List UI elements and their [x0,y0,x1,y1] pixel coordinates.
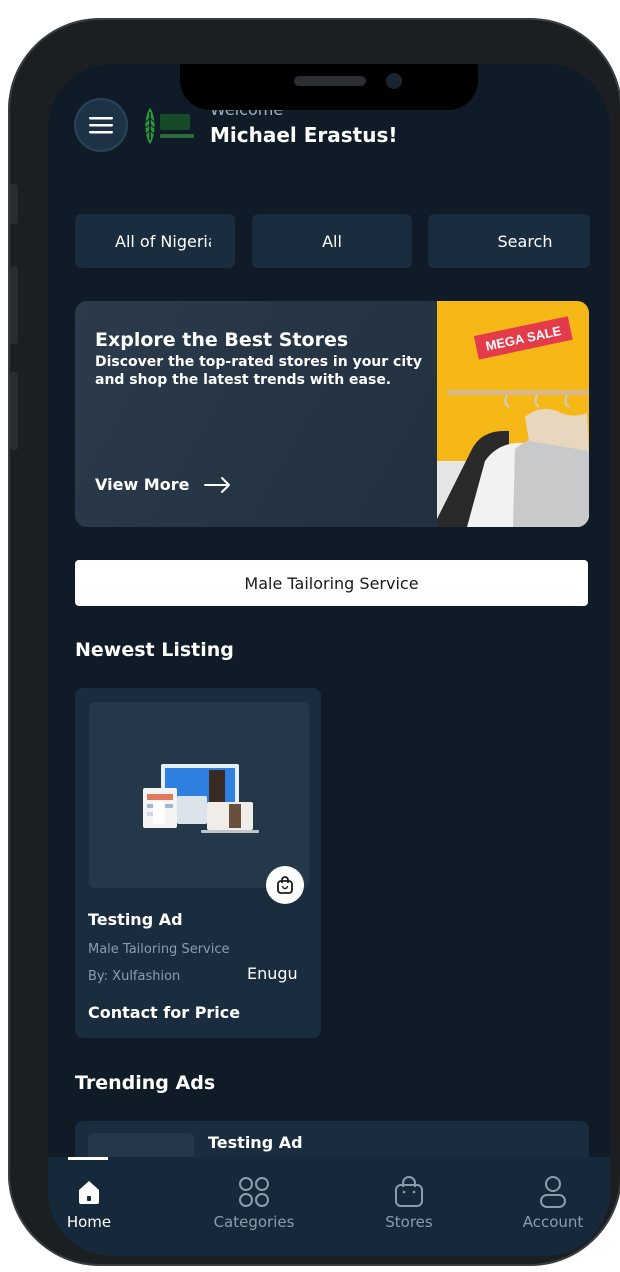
promo-banner[interactable]: MEGA SALE Explore the Best Stores Discov… [75,301,589,527]
listing-title: Testing Ad [88,910,183,929]
active-tab-indicator [68,1157,108,1160]
user-name: Michael Erastus! [210,123,398,147]
category-filter[interactable]: All [252,214,412,268]
listing-location: Enugu [247,964,298,983]
listing-image [89,702,309,888]
brand-logo-icon [145,108,194,144]
store-bag-icon [395,1176,423,1207]
view-more-link[interactable]: View More [95,475,233,494]
menu-button[interactable] [76,100,126,150]
location-filter[interactable]: All of Nigeria [75,214,235,268]
phone-side-button [10,372,18,450]
category-selector[interactable]: Male Tailoring Service [75,560,588,606]
nav-stores-label: Stores [385,1213,433,1231]
nav-categories[interactable]: Categories [199,1175,309,1231]
category-filter-label: All [322,231,342,251]
devices-mockup-image [143,764,259,833]
listing-card[interactable]: Testing Ad Male Tailoring Service By: Xu… [75,688,321,1038]
phone-frame: Welcome Michael Erastus! All of Nigeria … [8,18,620,1266]
home-icon [79,1181,99,1204]
search-button[interactable]: Search [428,214,590,268]
location-filter-label: All of Nigeria [115,231,211,251]
app-screen: Welcome Michael Erastus! All of Nigeria … [48,64,610,1256]
shopping-bag-icon [277,876,293,894]
phone-side-button [10,184,18,224]
phone-notch [180,64,478,110]
hamburger-icon [89,117,113,134]
category-selector-label: Male Tailoring Service [244,573,419,593]
trending-ads-heading: Trending Ads [75,1072,216,1094]
listing-price: Contact for Price [88,1003,241,1022]
nav-account[interactable]: Account [498,1175,608,1231]
nav-home[interactable]: Home [48,1175,144,1231]
add-to-bag-button[interactable] [266,866,304,904]
arrow-right-icon [204,476,231,493]
categories-grid-icon [239,1177,269,1207]
bottom-navigation: Home Categories Stores Account [48,1157,610,1256]
banner-title: Explore the Best Stores [95,329,349,351]
search-button-label: Search [497,231,553,251]
listing-category: Male Tailoring Service [88,942,230,957]
nav-stores[interactable]: Stores [354,1175,464,1231]
nav-home-label: Home [66,1213,112,1231]
speaker-grille [294,76,366,86]
newest-listing-heading: Newest Listing [75,639,234,661]
camera-icon [386,73,402,89]
trending-ad-title: Testing Ad [208,1133,303,1152]
nav-categories-label: Categories [213,1213,295,1231]
clothes-rack-image: MEGA SALE [437,301,589,527]
banner-description: Discover the top-rated stores in your ci… [95,354,422,388]
listing-seller: By: Xulfashion [88,969,181,984]
view-more-label: View More [95,475,190,494]
account-person-icon [540,1176,566,1208]
phone-side-button [10,266,18,344]
nav-account-label: Account [522,1213,584,1231]
